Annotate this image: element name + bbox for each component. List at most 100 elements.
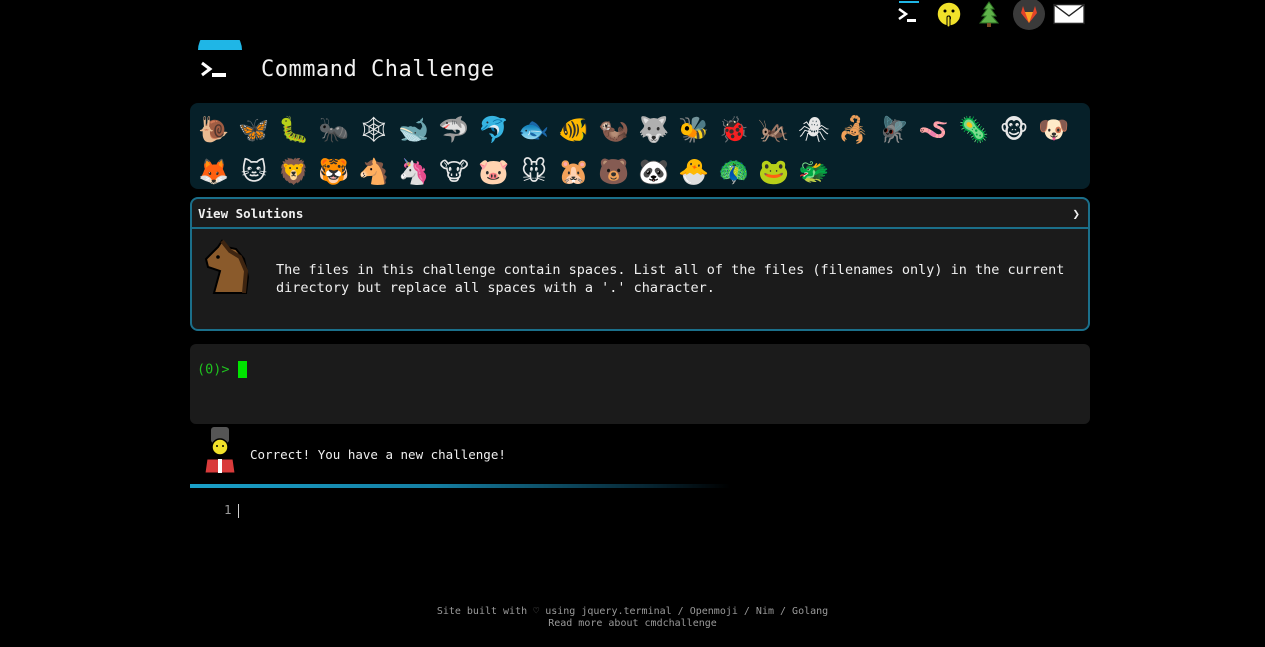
animal-icon: 🕷 [798, 114, 830, 144]
challenge-animal-32[interactable]: 🐻 [594, 150, 634, 192]
animal-icon: 🦄 [398, 156, 430, 186]
terminal-icon[interactable] [893, 0, 925, 28]
tree-icon[interactable] [973, 0, 1005, 28]
animal-icon: 🪱 [918, 114, 950, 144]
animal-icon: 🐹 [558, 156, 590, 186]
challenge-animal-13[interactable]: 🐞 [714, 108, 754, 150]
animal-icon: 🐱 [240, 156, 268, 186]
terminal-prompt[interactable]: (0)> [197, 361, 247, 378]
view-solutions-label: View Solutions [198, 205, 304, 221]
animal-icon: 🐬 [478, 114, 510, 144]
animal-icon: 🐷 [478, 156, 510, 186]
animal-icon: 🐮 [439, 156, 469, 186]
read-more-link[interactable]: Read more about cmdchallenge [0, 618, 1265, 630]
animal-icon: 🦦 [598, 114, 630, 144]
animal-icon: 🦗 [758, 114, 790, 144]
challenge-animal-29[interactable]: 🐷 [474, 150, 514, 192]
footer-tech-links[interactable]: using jquery.terminal / Openmoji / Nim /… [545, 606, 828, 617]
challenge-animal-3[interactable]: 🐜 [314, 108, 354, 150]
animal-icon: 🦊 [198, 156, 230, 186]
challenge-animal-17[interactable]: 🪰 [874, 108, 914, 150]
animal-icon: 🐌 [198, 114, 230, 144]
challenge-animal-34[interactable]: 🐣 [674, 150, 714, 192]
animal-icon: 🪰 [878, 114, 910, 144]
challenge-animal-4[interactable]: 🕸 [354, 108, 394, 150]
animal-icon: 🐵 [999, 114, 1029, 144]
challenge-animal-1[interactable]: 🦋 [234, 108, 274, 150]
challenge-animal-0[interactable]: 🐌 [194, 108, 234, 150]
animal-icon: 🦈 [438, 114, 470, 144]
challenge-animal-21[interactable]: 🐶 [1034, 108, 1074, 150]
email-icon[interactable] [1053, 0, 1085, 28]
animal-icon: 🐠 [558, 114, 590, 144]
prompt-text: (0)> [197, 361, 230, 378]
animal-icon: 🐜 [318, 114, 350, 144]
challenge-animal-31[interactable]: 🐹 [554, 150, 594, 192]
challenge-animal-14[interactable]: 🦗 [754, 108, 794, 150]
page-title: Command Challenge [261, 57, 495, 82]
animal-icon: 🕸 [358, 114, 390, 144]
animal-icon: 🦠 [958, 114, 990, 144]
challenge-animal-7[interactable]: 🐬 [474, 108, 514, 150]
challenge-animal-2[interactable]: 🐛 [274, 108, 314, 150]
animal-icon: 🐭 [520, 156, 548, 186]
top-icon-bar [893, 0, 1085, 30]
editor-caret [237, 503, 239, 518]
challenge-animal-12[interactable]: 🐝 [674, 108, 714, 150]
footer: Site built with ♡ using jquery.terminal … [0, 606, 1265, 630]
command-challenge-logo [198, 40, 242, 77]
animal-icon: 🐶 [1038, 114, 1070, 144]
animal-icon: 🦂 [838, 114, 870, 144]
animal-icon: 🐻 [598, 156, 630, 186]
page-header: Command Challenge [195, 40, 795, 100]
challenge-animal-6[interactable]: 🦈 [434, 108, 474, 150]
challenge-animal-24[interactable]: 🦁 [274, 150, 314, 192]
animal-icon: 🐲 [798, 156, 830, 186]
guard-icon [204, 427, 236, 474]
animal-icon: 🦋 [238, 114, 270, 144]
challenge-animal-25[interactable]: 🐯 [314, 150, 354, 192]
challenge-animal-33[interactable]: 🐼 [634, 150, 674, 192]
animal-icon: 🐝 [678, 114, 710, 144]
animal-icon: 🦚 [718, 156, 750, 186]
line-number: 1 [224, 502, 232, 517]
challenge-animal-23[interactable]: 🐱 [234, 150, 274, 192]
gitlab-icon[interactable] [1013, 0, 1045, 30]
challenge-animal-30[interactable]: 🐭 [514, 150, 554, 192]
animal-icon: 🐸 [758, 156, 790, 186]
challenge-animal-grid: 🐌 🦋 🐛 🐜 🕸 🐋 🦈 🐬 🐟 🐠 🦦 🐺 🐝 🐞 🦗 🕷 🦂 🪰 🪱 🦠 🐵 🐶 🦊 🐱 🦁 🐯 🐴 🦄 🐮 🐷 🐭 🐹 🐻 🐼 🐣 🦚 🐸 🐲 [190, 103, 1090, 189]
view-solutions-toggle[interactable]: View Solutions ❯ [192, 199, 1088, 229]
terminal-cursor [237, 361, 247, 378]
animal-icon: 🐺 [638, 114, 670, 144]
challenge-animal-20[interactable]: 🐵 [994, 108, 1034, 150]
editor[interactable]: 1 [224, 502, 239, 518]
heart-icon: ♡ [533, 606, 540, 617]
challenge-animal-9[interactable]: 🐠 [554, 108, 594, 150]
animal-icon: 🐞 [718, 114, 750, 144]
challenge-animal-35[interactable]: 🦚 [714, 150, 754, 192]
challenge-animal-5[interactable]: 🐋 [394, 108, 434, 150]
shushing-face-icon[interactable] [933, 0, 965, 28]
challenge-animal-26[interactable]: 🐴 [354, 150, 394, 192]
challenge-animal-8[interactable]: 🐟 [514, 108, 554, 150]
horse-icon [204, 239, 250, 294]
challenge-animal-19[interactable]: 🦠 [954, 108, 994, 150]
challenge-animal-15[interactable]: 🕷 [794, 108, 834, 150]
challenge-description: The files in this challenge contain spac… [276, 262, 1065, 296]
progress-bar [190, 484, 730, 488]
challenge-animal-27[interactable]: 🦄 [394, 150, 434, 192]
challenge-animal-16[interactable]: 🦂 [834, 108, 874, 150]
animal-icon: 🐋 [398, 114, 430, 144]
challenge-animal-36[interactable]: 🐸 [754, 150, 794, 192]
challenge-card: View Solutions ❯ The files in this chall… [190, 197, 1090, 331]
challenge-animal-18[interactable]: 🪱 [914, 108, 954, 150]
challenge-animal-10[interactable]: 🦦 [594, 108, 634, 150]
challenge-animal-37[interactable]: 🐲 [794, 150, 834, 192]
challenge-animal-22[interactable]: 🦊 [194, 150, 234, 192]
footer-credits: Site built with ♡ using jquery.terminal … [0, 606, 1265, 618]
terminal[interactable]: (0)> [190, 344, 1090, 424]
challenge-animal-28[interactable]: 🐮 [434, 150, 474, 192]
challenge-body: The files in this challenge contain spac… [192, 229, 1088, 329]
animal-icon: 🐣 [678, 156, 710, 186]
challenge-animal-11[interactable]: 🐺 [634, 108, 674, 150]
